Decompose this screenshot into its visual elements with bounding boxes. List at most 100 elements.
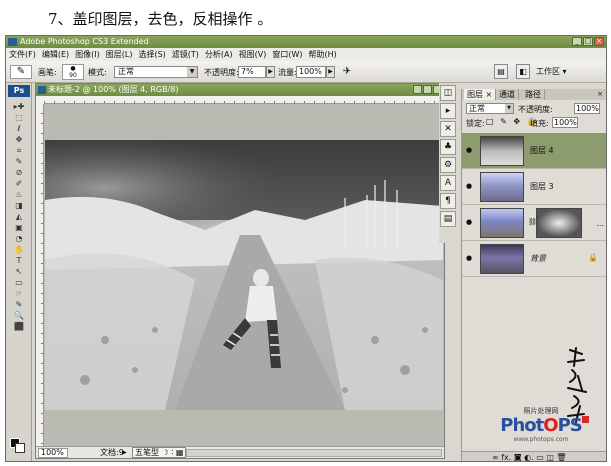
eraser-tool-icon[interactable]: ◭ xyxy=(6,211,32,222)
visibility-eye-icon[interactable]: ● xyxy=(466,254,474,262)
workspace-menu[interactable]: 工作区 ▾ xyxy=(536,66,576,78)
menu-edit[interactable]: 编辑(E) xyxy=(42,49,69,60)
vertical-ruler[interactable] xyxy=(36,104,44,446)
layer-row-layer3[interactable]: ● 图层 3 xyxy=(462,169,606,205)
brand-url: www.photops.com xyxy=(513,436,569,443)
blend-mode-value: 正常 xyxy=(469,104,485,113)
marquee-tool-icon[interactable]: ⬚ xyxy=(6,112,32,123)
gradient-tool-icon[interactable]: ▣ xyxy=(6,222,32,233)
healing-tool-icon[interactable]: ⊘ xyxy=(6,167,32,178)
clone-source-icon[interactable]: ⚙ xyxy=(440,157,456,173)
menu-window[interactable]: 窗口(W) xyxy=(272,49,302,60)
opacity-label: 不透明度: xyxy=(204,68,239,77)
path-select-tool-icon[interactable]: ↖ xyxy=(6,266,32,277)
tutorial-caption: 7、盖印图层，去色，反相操作 。 xyxy=(48,10,273,28)
airbrush-icon[interactable]: ✈ xyxy=(340,65,354,79)
app-icon xyxy=(8,38,17,46)
move-tool-icon[interactable]: ▸✚ xyxy=(6,101,32,112)
notes-tool-icon[interactable]: ☞ xyxy=(6,288,32,299)
hand-tool-icon[interactable]: ✎ xyxy=(6,299,32,310)
zoom-tool-icon[interactable]: 🔍 xyxy=(6,310,32,321)
brushes-panel-icon[interactable]: ♣ xyxy=(440,139,456,155)
chevron-down-icon: ▼ xyxy=(187,67,197,77)
quick-select-tool-icon[interactable]: ✥ xyxy=(6,134,32,145)
tools-preset-icon[interactable]: ✕ xyxy=(440,121,456,137)
opacity-slider-toggle[interactable]: ▶ xyxy=(266,66,275,78)
dodge-tool-icon[interactable]: ◔ xyxy=(6,233,32,244)
tab-layers[interactable]: 图层 × xyxy=(464,89,497,100)
menu-layer[interactable]: 图层(L) xyxy=(106,49,133,60)
opacity-input[interactable]: 7% xyxy=(238,66,266,78)
document-title: 未标题-2 @ 100% (图层 4, RGB/8) xyxy=(48,85,179,94)
pen-tool-icon[interactable]: ✋ xyxy=(6,244,32,255)
document-window: 未标题-2 @ 100% (图层 4, RGB/8) 100% 文档:9 ▶ 五… xyxy=(35,83,445,459)
flow-slider-toggle[interactable]: ▶ xyxy=(326,66,335,78)
horizontal-scrollbar[interactable] xyxy=(186,449,442,457)
type-tool-icon[interactable]: T xyxy=(6,255,32,266)
blend-mode-select[interactable]: 正常 ▼ xyxy=(466,103,514,114)
layer-name[interactable]: 背景 xyxy=(530,253,546,264)
layer-row-layer4[interactable]: ● 图层 4 xyxy=(462,133,606,169)
status-bar: 100% 文档:9 ▶ 五笔型 ☽ ∶ ▦ xyxy=(36,446,444,458)
layer-opacity-label: 不透明度: xyxy=(518,105,553,114)
layer-name[interactable]: 图层 4 xyxy=(530,145,554,156)
layers-footer: ∞ fx. ◙ ◐. ▭ ◫ 🗑 xyxy=(462,451,606,461)
character-panel-icon[interactable]: A xyxy=(440,175,456,191)
tab-paths[interactable]: 路径 xyxy=(522,89,545,100)
visibility-eye-icon[interactable]: ● xyxy=(466,146,474,154)
image-canvas[interactable] xyxy=(45,140,443,410)
maximize-button[interactable]: □ xyxy=(583,37,593,46)
menu-filter[interactable]: 滤镜(T) xyxy=(172,49,199,60)
document-titlebar: 未标题-2 @ 100% (图层 4, RGB/8) xyxy=(36,84,444,96)
layer-footer-icons[interactable]: ∞ fx. ◙ ◐. ▭ ◫ 🗑 xyxy=(492,453,567,461)
eyedropper-tool-icon[interactable]: ✎ xyxy=(6,156,32,167)
history-brush-tool-icon[interactable]: ◨ xyxy=(6,200,32,211)
brush-tool-icon[interactable]: ✐ xyxy=(6,178,32,189)
mode-select[interactable]: 正常 ▼ xyxy=(114,66,198,78)
paragraph-panel-icon[interactable]: ¶ xyxy=(440,193,456,209)
status-menu-icon[interactable]: ▶ xyxy=(122,448,130,458)
panel-close-icon[interactable]: × xyxy=(596,90,604,98)
lock-icon: 🔒 xyxy=(588,253,598,262)
minimize-button[interactable]: _ xyxy=(572,37,582,46)
zoom-input[interactable]: 100% xyxy=(38,448,68,458)
menu-view[interactable]: 视图(V) xyxy=(239,49,267,60)
fill-input[interactable]: 100% xyxy=(552,117,578,128)
horizontal-ruler[interactable] xyxy=(44,96,444,104)
ruler-origin[interactable] xyxy=(36,96,44,104)
bridge-icon[interactable]: ◧ xyxy=(516,64,530,79)
background-color-swatch[interactable] xyxy=(15,443,25,453)
menu-select[interactable]: 选择(S) xyxy=(138,49,165,60)
menu-bar: 文件(F) 编辑(E) 图像(I) 图层(L) 选择(S) 滤镜(T) 分析(A… xyxy=(6,48,606,61)
ime-indicator[interactable]: 五笔型 ☽ ∶ ▦ xyxy=(132,447,187,458)
palette-well-icon[interactable]: ▤ xyxy=(494,64,508,79)
crop-tool-icon[interactable]: ⌗ xyxy=(6,145,32,156)
brush-picker[interactable]: ● 90 xyxy=(62,64,84,80)
history-panel-icon[interactable]: ◫ xyxy=(440,85,456,101)
menu-file[interactable]: 文件(F) xyxy=(9,49,36,60)
brush-icon[interactable]: ✎ xyxy=(10,65,32,79)
lasso-tool-icon[interactable]: ℓ xyxy=(6,123,32,134)
menu-help[interactable]: 帮助(H) xyxy=(309,49,337,60)
layer-opacity-input[interactable]: 100% xyxy=(574,103,600,114)
stamp-tool-icon[interactable]: ♨ xyxy=(6,189,32,200)
shape-tool-icon[interactable]: ▭ xyxy=(6,277,32,288)
doc-maximize-button[interactable] xyxy=(423,85,432,94)
layer-name[interactable]: 图层 3 xyxy=(530,181,554,192)
quick-mask-icon[interactable]: ⬛ xyxy=(6,321,32,332)
visibility-eye-icon[interactable]: ● xyxy=(466,218,474,226)
layer-row-masked[interactable]: ● ⛓ ... xyxy=(462,205,606,241)
close-button[interactable]: × xyxy=(594,37,604,46)
tab-channels[interactable]: 通道 xyxy=(496,89,519,100)
layer-mask-thumbnail[interactable] xyxy=(536,208,582,238)
layer-thumbnail xyxy=(480,172,524,202)
menu-analysis[interactable]: 分析(A) xyxy=(205,49,233,60)
doc-minimize-button[interactable] xyxy=(413,85,422,94)
flow-input[interactable]: 100% xyxy=(296,66,326,78)
actions-panel-icon[interactable]: ▸ xyxy=(440,103,456,119)
layer-row-background[interactable]: ● 背景 🔒 xyxy=(462,241,606,277)
toolbox: Ps ▸✚ ⬚ ℓ ✥ ⌗ ✎ ⊘ ✐ ♨ ◨ ◭ ▣ ◔ ✋ T ↖ ▭ ☞ … xyxy=(6,83,32,461)
navigator-panel-icon[interactable]: ▤ xyxy=(440,211,456,227)
visibility-eye-icon[interactable]: ● xyxy=(466,182,474,190)
menu-image[interactable]: 图像(I) xyxy=(75,49,100,60)
